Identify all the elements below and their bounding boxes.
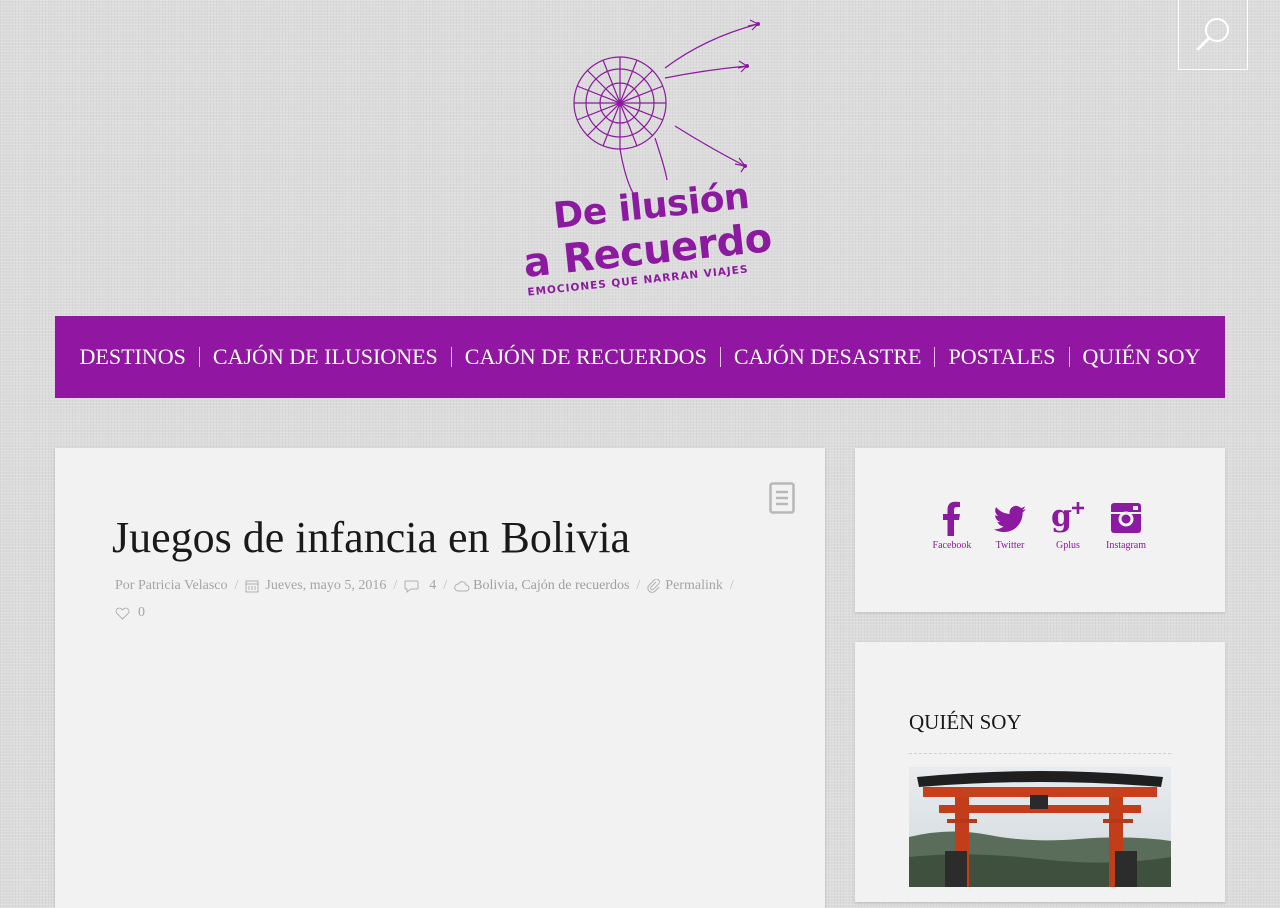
post-likes-count: 0 <box>138 605 145 620</box>
search-icon <box>1196 18 1229 51</box>
social-gplus[interactable]: g Gplus <box>1039 500 1097 551</box>
main-navigation: DESTINOS CAJÓN DE ILUSIONES CAJÓN DE REC… <box>55 316 1225 398</box>
nav-item-cajon-de-ilusiones[interactable]: CAJÓN DE ILUSIONES <box>200 345 451 369</box>
social-gplus-label: Gplus <box>1056 540 1080 551</box>
calendar-icon <box>245 580 259 593</box>
nav-item-postales[interactable]: POSTALES <box>935 345 1068 369</box>
post-comments-count[interactable]: 4 <box>429 578 436 594</box>
meta-separator: / <box>443 578 448 593</box>
meta-separator: / <box>729 578 734 593</box>
about-widget: QUIÉN SOY <box>855 642 1225 902</box>
document-icon <box>769 482 795 514</box>
social-facebook-label: Facebook <box>932 540 972 551</box>
svg-text:g: g <box>1051 500 1072 534</box>
meta-separator: / <box>393 578 398 593</box>
post-card: Juegos de infancia en Bolivia Por Patric… <box>55 448 825 908</box>
post-date[interactable]: Jueves, mayo 5, 2016 <box>265 578 386 594</box>
post-categories[interactable]: Bolivia, Cajón de recuerdos <box>473 578 629 594</box>
social-facebook[interactable]: Facebook <box>923 500 981 551</box>
cloud-icon <box>454 580 470 591</box>
post-permalink[interactable]: Permalink <box>665 578 723 594</box>
social-twitter[interactable]: Twitter <box>981 500 1039 551</box>
twitter-icon <box>993 505 1026 532</box>
social-instagram-label: Instagram <box>1106 540 1146 551</box>
nav-item-quien-soy[interactable]: QUIÉN SOY <box>1070 345 1214 369</box>
search-button[interactable] <box>1178 0 1248 70</box>
dandelion-logo-icon <box>573 19 760 194</box>
social-instagram[interactable]: Instagram <box>1097 500 1155 551</box>
divider <box>909 753 1171 754</box>
comment-icon <box>404 580 419 593</box>
post-likes[interactable]: 0 <box>115 605 145 621</box>
social-widget: Facebook Twitter g Gplus Instagram <box>855 448 1225 612</box>
instagram-icon <box>1111 503 1141 533</box>
site-logo[interactable]: De ilusión a Recuerdo EMOCIONES QUE NARR… <box>515 8 775 308</box>
torii-gate-photo <box>909 767 1171 887</box>
nav-item-cajon-desastre[interactable]: CAJÓN DESASTRE <box>721 345 935 369</box>
post-title[interactable]: Juegos de infancia en Bolivia <box>112 512 630 563</box>
meta-separator: / <box>636 578 641 593</box>
nav-item-destinos[interactable]: DESTINOS <box>67 345 199 369</box>
post-meta: Por Patricia Velasco / Jueves, mayo 5, 2… <box>115 578 741 594</box>
paperclip-icon <box>647 579 661 593</box>
about-title: QUIÉN SOY <box>909 710 1022 734</box>
social-twitter-label: Twitter <box>995 540 1025 551</box>
facebook-icon <box>943 501 960 536</box>
heart-icon <box>115 607 130 620</box>
post-author[interactable]: Por Patricia Velasco <box>115 578 228 594</box>
meta-separator: / <box>234 578 239 593</box>
google-plus-icon: g <box>1051 500 1084 534</box>
about-photo <box>909 767 1171 887</box>
social-links: Facebook Twitter g Gplus Instagram <box>923 500 1155 551</box>
nav-item-cajon-de-recuerdos[interactable]: CAJÓN DE RECUERDOS <box>452 345 720 369</box>
